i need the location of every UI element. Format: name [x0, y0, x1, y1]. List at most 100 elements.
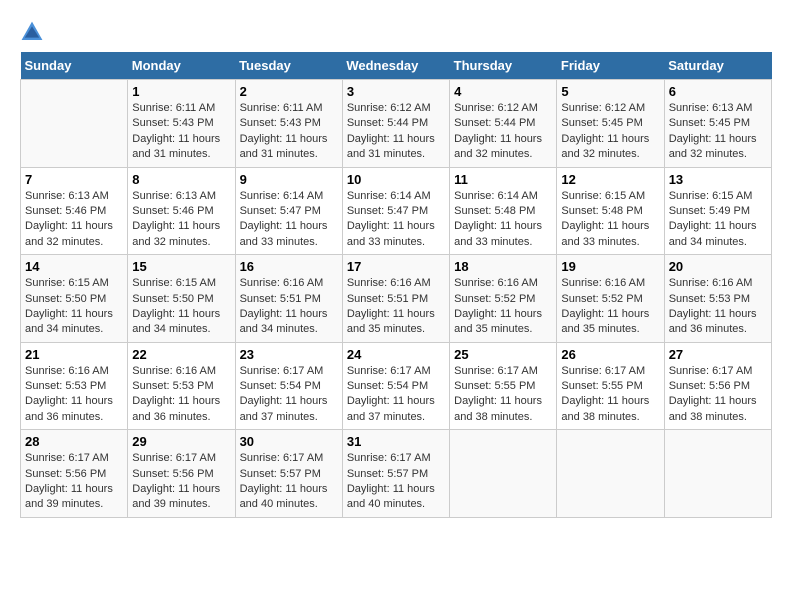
day-info: Sunrise: 6:15 AM Sunset: 5:48 PM Dayligh…	[561, 189, 659, 251]
calendar-cell: 24 Sunrise: 6:17 AM Sunset: 5:54 PM Dayli…	[342, 342, 449, 430]
day-number: 13	[669, 172, 767, 187]
calendar-cell: 15Sunrise: 6:15 AM Sunset: 5:50 PM Dayli…	[128, 255, 235, 343]
day-info: Sunrise: 6:14 AM Sunset: 5:47 PM Dayligh…	[240, 189, 338, 251]
col-header-friday: Friday	[557, 52, 664, 80]
day-number: 14	[25, 259, 123, 274]
calendar-cell: 9 Sunrise: 6:14 AM Sunset: 5:47 PM Daylig…	[235, 167, 342, 255]
calendar-cell: 28 Sunrise: 6:17 AM Sunset: 5:56 PM Dayli…	[21, 430, 128, 518]
day-info: Sunrise: 6:17 AM Sunset: 5:54 PM Dayligh…	[240, 364, 338, 426]
col-header-monday: Monday	[128, 52, 235, 80]
col-header-sunday: Sunday	[21, 52, 128, 80]
day-number: 5	[561, 84, 659, 99]
day-info: Sunrise: 6:11 AM Sunset: 5:43 PM Dayligh…	[240, 101, 338, 163]
day-number: 9	[240, 172, 338, 187]
day-info: Sunrise: 6:16 AM Sunset: 5:53 PM Dayligh…	[25, 364, 123, 426]
day-number: 10	[347, 172, 445, 187]
day-info: Sunrise: 6:12 AM Sunset: 5:45 PM Dayligh…	[561, 101, 659, 163]
calendar-cell	[557, 430, 664, 518]
day-info: Sunrise: 6:16 AM Sunset: 5:52 PM Dayligh…	[454, 276, 552, 338]
day-info: Sunrise: 6:15 AM Sunset: 5:49 PM Dayligh…	[669, 189, 767, 251]
day-number: 17	[347, 259, 445, 274]
day-info: Sunrise: 6:13 AM Sunset: 5:46 PM Dayligh…	[25, 189, 123, 251]
day-number: 4	[454, 84, 552, 99]
day-number: 12	[561, 172, 659, 187]
calendar-cell: 31 Sunrise: 6:17 AM Sunset: 5:57 PM Dayli…	[342, 430, 449, 518]
day-info: Sunrise: 6:15 AM Sunset: 5:50 PM Dayligh…	[132, 276, 230, 338]
calendar-cell: 10 Sunrise: 6:14 AM Sunset: 5:47 PM Dayli…	[342, 167, 449, 255]
general-blue-icon	[20, 20, 44, 44]
page-header	[20, 20, 772, 44]
calendar-cell: 5 Sunrise: 6:12 AM Sunset: 5:45 PM Daylig…	[557, 80, 664, 168]
calendar-cell: 7 Sunrise: 6:13 AM Sunset: 5:46 PM Daylig…	[21, 167, 128, 255]
day-info: Sunrise: 6:17 AM Sunset: 5:54 PM Dayligh…	[347, 364, 445, 426]
calendar-cell: 30 Sunrise: 6:17 AM Sunset: 5:57 PM Dayli…	[235, 430, 342, 518]
day-info: Sunrise: 6:17 AM Sunset: 5:56 PM Dayligh…	[132, 451, 230, 513]
day-info: Sunrise: 6:17 AM Sunset: 5:55 PM Dayligh…	[561, 364, 659, 426]
calendar-cell: 11 Sunrise: 6:14 AM Sunset: 5:48 PM Dayli…	[450, 167, 557, 255]
day-number: 7	[25, 172, 123, 187]
day-number: 24	[347, 347, 445, 362]
day-info: Sunrise: 6:17 AM Sunset: 5:56 PM Dayligh…	[25, 451, 123, 513]
calendar-cell: 22 Sunrise: 6:16 AM Sunset: 5:53 PM Dayli…	[128, 342, 235, 430]
calendar-cell: 3Sunrise: 6:12 AM Sunset: 5:44 PM Daylig…	[342, 80, 449, 168]
logo	[20, 20, 48, 44]
day-info: Sunrise: 6:17 AM Sunset: 5:57 PM Dayligh…	[347, 451, 445, 513]
day-number: 22	[132, 347, 230, 362]
day-number: 28	[25, 434, 123, 449]
day-info: Sunrise: 6:16 AM Sunset: 5:53 PM Dayligh…	[132, 364, 230, 426]
day-number: 31	[347, 434, 445, 449]
calendar-week-2: 7 Sunrise: 6:13 AM Sunset: 5:46 PM Daylig…	[21, 167, 772, 255]
calendar-cell: 2Sunrise: 6:11 AM Sunset: 5:43 PM Daylig…	[235, 80, 342, 168]
day-info: Sunrise: 6:14 AM Sunset: 5:48 PM Dayligh…	[454, 189, 552, 251]
calendar-week-3: 14 Sunrise: 6:15 AM Sunset: 5:50 PM Dayli…	[21, 255, 772, 343]
calendar-header: SundayMondayTuesdayWednesdayThursdayFrid…	[21, 52, 772, 80]
calendar-cell: 26 Sunrise: 6:17 AM Sunset: 5:55 PM Dayli…	[557, 342, 664, 430]
day-number: 8	[132, 172, 230, 187]
calendar-cell: 29 Sunrise: 6:17 AM Sunset: 5:56 PM Dayli…	[128, 430, 235, 518]
calendar-cell: 17 Sunrise: 6:16 AM Sunset: 5:51 PM Dayli…	[342, 255, 449, 343]
day-number: 20	[669, 259, 767, 274]
day-number: 18	[454, 259, 552, 274]
calendar-week-4: 21Sunrise: 6:16 AM Sunset: 5:53 PM Dayli…	[21, 342, 772, 430]
day-number: 6	[669, 84, 767, 99]
col-header-wednesday: Wednesday	[342, 52, 449, 80]
day-number: 29	[132, 434, 230, 449]
calendar-cell	[450, 430, 557, 518]
calendar-cell: 1Sunrise: 6:11 AM Sunset: 5:43 PM Daylig…	[128, 80, 235, 168]
calendar-cell: 6 Sunrise: 6:13 AM Sunset: 5:45 PM Daylig…	[664, 80, 771, 168]
day-info: Sunrise: 6:16 AM Sunset: 5:51 PM Dayligh…	[347, 276, 445, 338]
day-number: 26	[561, 347, 659, 362]
calendar-cell: 14Sunrise: 6:15 AM Sunset: 5:50 PM Dayli…	[21, 255, 128, 343]
day-number: 11	[454, 172, 552, 187]
day-number: 19	[561, 259, 659, 274]
calendar-cell: 21Sunrise: 6:16 AM Sunset: 5:53 PM Dayli…	[21, 342, 128, 430]
day-info: Sunrise: 6:17 AM Sunset: 5:57 PM Dayligh…	[240, 451, 338, 513]
col-header-thursday: Thursday	[450, 52, 557, 80]
day-info: Sunrise: 6:16 AM Sunset: 5:52 PM Dayligh…	[561, 276, 659, 338]
calendar-cell: 19 Sunrise: 6:16 AM Sunset: 5:52 PM Dayli…	[557, 255, 664, 343]
day-number: 16	[240, 259, 338, 274]
day-info: Sunrise: 6:16 AM Sunset: 5:51 PM Dayligh…	[240, 276, 338, 338]
calendar-cell: 20 Sunrise: 6:16 AM Sunset: 5:53 PM Dayli…	[664, 255, 771, 343]
calendar-cell	[664, 430, 771, 518]
col-header-tuesday: Tuesday	[235, 52, 342, 80]
calendar-cell: 27Sunrise: 6:17 AM Sunset: 5:56 PM Dayli…	[664, 342, 771, 430]
col-header-saturday: Saturday	[664, 52, 771, 80]
calendar-week-1: 1 Sunrise: 6:11 AM Sunset: 5:43 PM Daylig…	[21, 80, 772, 168]
day-number: 23	[240, 347, 338, 362]
calendar-week-5: 28 Sunrise: 6:17 AM Sunset: 5:56 PM Dayli…	[21, 430, 772, 518]
day-number: 3	[347, 84, 445, 99]
calendar-cell: 23 Sunrise: 6:17 AM Sunset: 5:54 PM Dayli…	[235, 342, 342, 430]
calendar-table: SundayMondayTuesdayWednesdayThursdayFrid…	[20, 52, 772, 518]
calendar-cell: 8 Sunrise: 6:13 AM Sunset: 5:46 PM Daylig…	[128, 167, 235, 255]
day-info: Sunrise: 6:16 AM Sunset: 5:53 PM Dayligh…	[669, 276, 767, 338]
day-number: 30	[240, 434, 338, 449]
calendar-cell: 16 Sunrise: 6:16 AM Sunset: 5:51 PM Dayli…	[235, 255, 342, 343]
calendar-cell: 18 Sunrise: 6:16 AM Sunset: 5:52 PM Dayli…	[450, 255, 557, 343]
calendar-cell: 13 Sunrise: 6:15 AM Sunset: 5:49 PM Dayli…	[664, 167, 771, 255]
day-info: Sunrise: 6:17 AM Sunset: 5:56 PM Dayligh…	[669, 364, 767, 426]
day-number: 1	[132, 84, 230, 99]
day-info: Sunrise: 6:14 AM Sunset: 5:47 PM Dayligh…	[347, 189, 445, 251]
day-info: Sunrise: 6:13 AM Sunset: 5:45 PM Dayligh…	[669, 101, 767, 163]
day-info: Sunrise: 6:13 AM Sunset: 5:46 PM Dayligh…	[132, 189, 230, 251]
